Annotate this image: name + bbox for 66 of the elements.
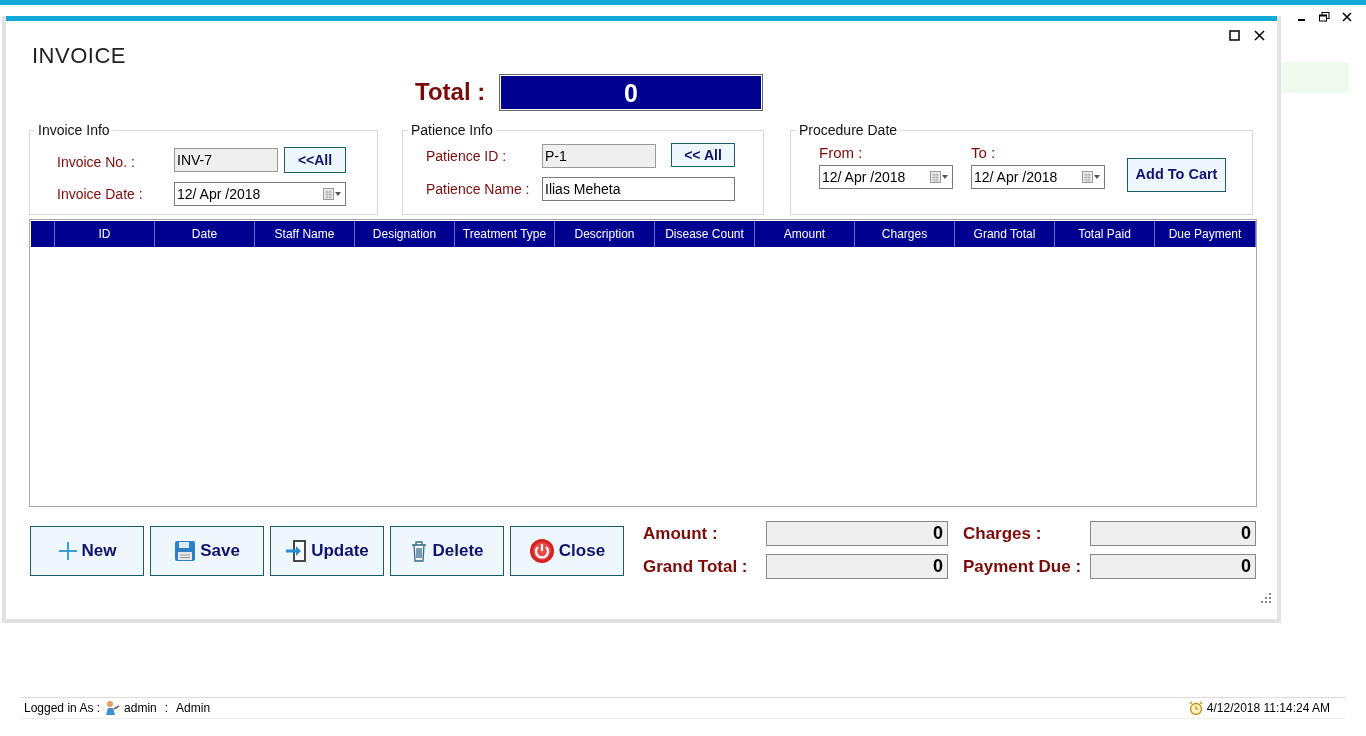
date-picker[interactable]: 12/ Apr /2018 (174, 182, 346, 206)
all-button[interactable]: <<All (284, 146, 346, 173)
all-button[interactable]: << All (671, 143, 735, 167)
user-name: admin (124, 700, 157, 717)
alarm-clock-icon (1188, 701, 1203, 715)
readonly-field: 0 (766, 521, 948, 546)
field-label: To : (971, 143, 997, 163)
maximize-icon[interactable] (1229, 30, 1240, 41)
action-button[interactable]: Update (270, 526, 384, 576)
column-header[interactable]: Treatment Type (455, 221, 555, 247)
readonly-field: INV-7 (174, 147, 278, 172)
field-label: Invoice No. : (57, 153, 136, 172)
column-header[interactable]: Amount (755, 221, 855, 247)
column-header[interactable]: Disease Count (655, 221, 755, 247)
date-picker[interactable]: 12/ Apr /2018 (819, 164, 953, 189)
action-button[interactable]: Delete (390, 526, 504, 576)
add-to-cart-button[interactable]: Add To Cart (1127, 157, 1226, 192)
date-picker[interactable]: 12/ Apr /2018 (971, 164, 1105, 189)
readonly-field: 0 (1090, 553, 1256, 579)
total-display: 0 (499, 73, 763, 111)
field-label: Patience Name : (426, 179, 531, 199)
user-icon (104, 700, 121, 716)
action-button[interactable]: Save (150, 526, 264, 576)
window-title: INVOICE (32, 42, 126, 70)
column-header[interactable]: Designation (355, 221, 455, 247)
field-label: Invoice Date : (57, 184, 144, 204)
enter-icon (285, 540, 308, 562)
summary-label: Grand Total : (643, 555, 749, 578)
restore-icon[interactable] (1319, 12, 1330, 22)
column-header[interactable]: Description (555, 221, 655, 247)
resize-grip-icon[interactable] (1261, 593, 1271, 603)
status-label: Logged in As : (24, 700, 101, 717)
group-title: Invoice Info (37, 121, 111, 139)
status-datetime: 4/12/2018 11:14:24 AM (1206, 700, 1330, 717)
group-title: Procedure Date (798, 121, 899, 139)
summary-label: Charges : (963, 523, 1043, 545)
calendar-dropdown-icon[interactable] (323, 188, 341, 200)
column-header[interactable]: Charges (855, 221, 955, 247)
trash-icon (410, 540, 429, 562)
close-button[interactable]: Close (510, 526, 624, 576)
calendar-dropdown-icon[interactable] (1082, 170, 1100, 183)
action-button[interactable]: New (30, 526, 144, 576)
summary-label: Amount : (643, 523, 719, 545)
plus-icon (57, 541, 78, 561)
readonly-field: 0 (766, 553, 948, 579)
readonly-field: 0 (1090, 521, 1256, 546)
highlight-strip (1281, 62, 1349, 93)
group-title: Patience Info (410, 121, 494, 139)
input-field[interactable]: Ilias Meheta (542, 177, 735, 201)
close-icon[interactable] (1254, 30, 1265, 41)
calendar-dropdown-icon[interactable] (930, 170, 948, 183)
column-header[interactable]: ID (55, 221, 155, 247)
total-label: Total : (415, 77, 487, 107)
power-icon (528, 538, 555, 564)
readonly-field: P-1 (542, 144, 656, 168)
column-header[interactable]: Staff Name (255, 221, 355, 247)
close-icon[interactable] (1342, 12, 1352, 22)
field-label: Patience ID : (426, 146, 508, 166)
separator-text: : (164, 700, 169, 717)
summary-label: Payment Due : (963, 555, 1083, 578)
field-label: From : (819, 143, 864, 163)
column-header[interactable]: Due Payment (1155, 221, 1256, 247)
user-role: Admin (176, 700, 211, 717)
column-header[interactable]: Total Paid (1055, 221, 1155, 247)
column-header[interactable]: Grand Total (955, 221, 1055, 247)
column-header[interactable]: Date (155, 221, 255, 247)
